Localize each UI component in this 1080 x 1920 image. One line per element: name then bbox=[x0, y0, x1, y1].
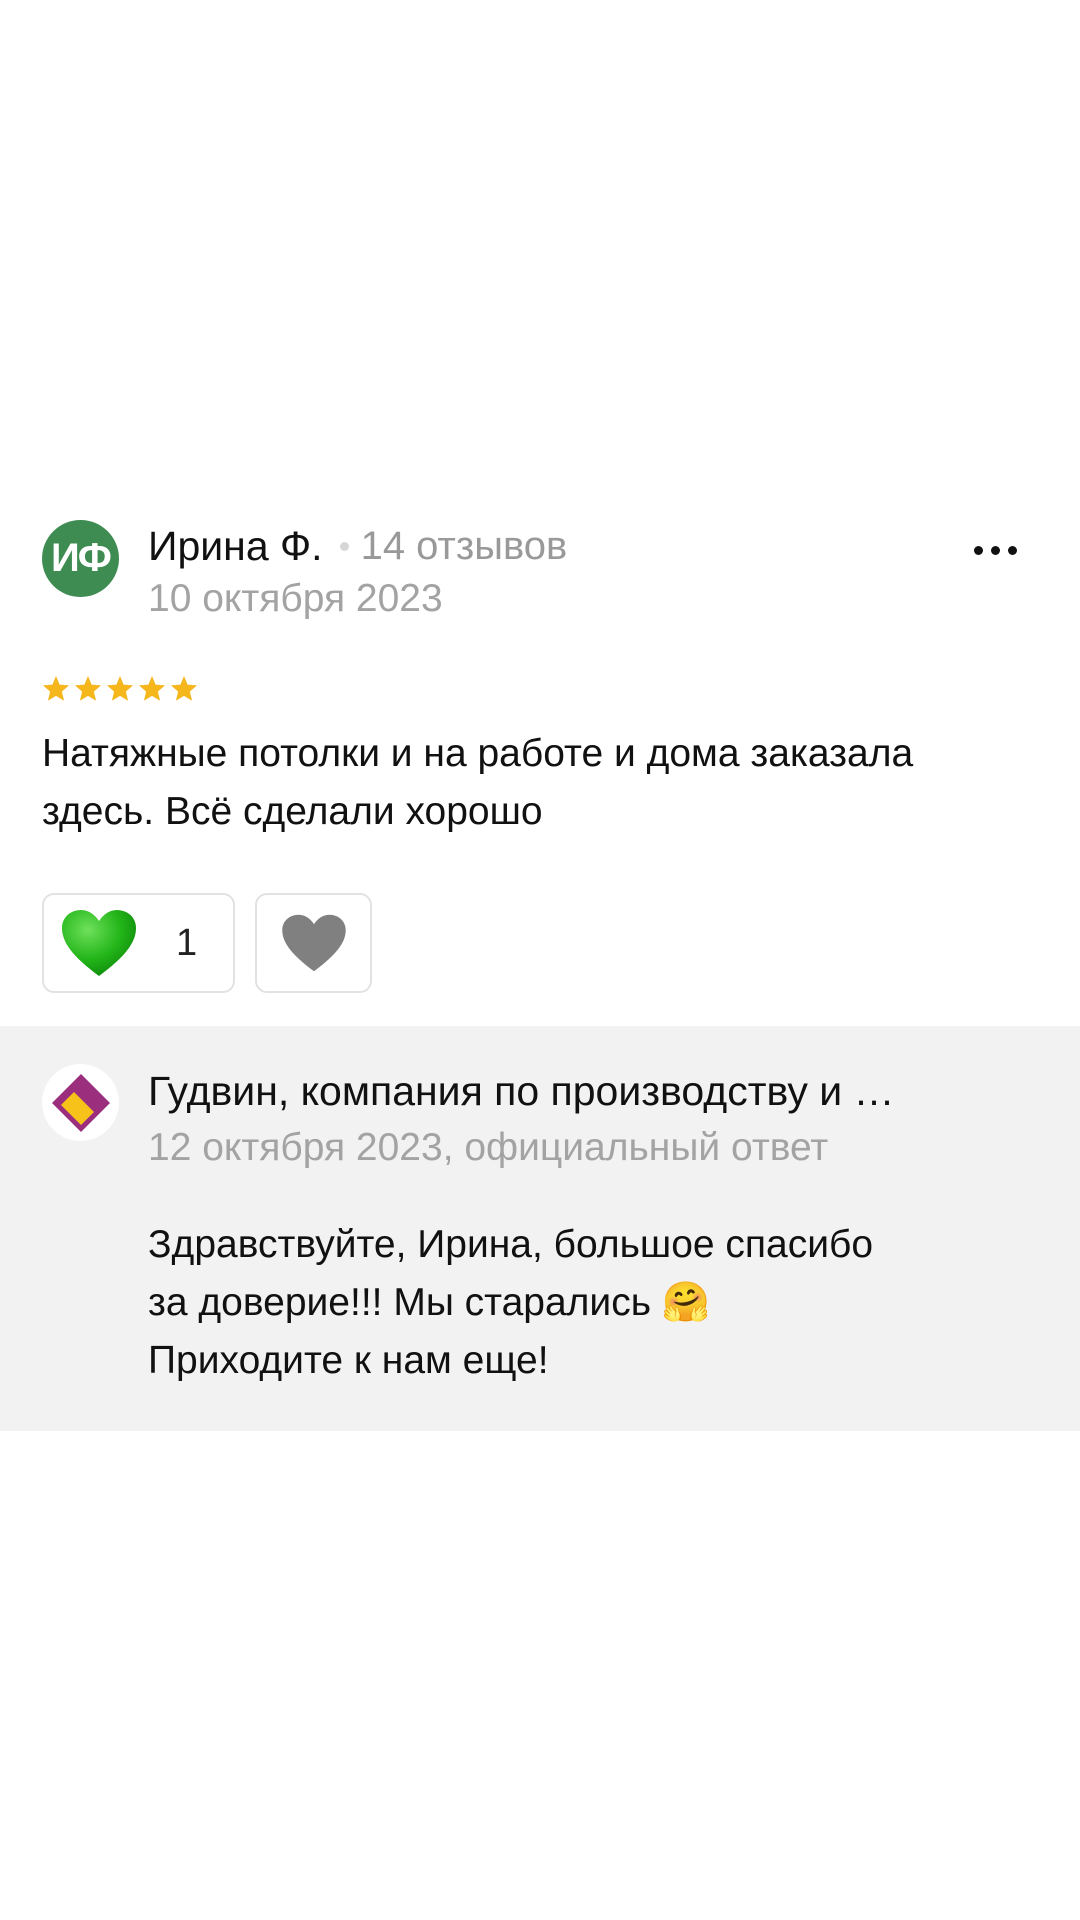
answer-text-fragment: за доверие!!! Мы старались bbox=[148, 1281, 652, 1324]
answer-text-line: Здравствуйте, Ирина, большое спасибо bbox=[148, 1223, 874, 1266]
separator-dot bbox=[339, 541, 349, 551]
more-dot-icon bbox=[973, 545, 983, 555]
star-icon bbox=[139, 676, 165, 701]
company-name[interactable]: Гудвин, компания по производству и … bbox=[148, 1068, 1018, 1115]
star-icon bbox=[107, 676, 133, 701]
more-dot-icon bbox=[990, 545, 1000, 555]
dislike-heart-icon bbox=[281, 914, 346, 972]
answer-text-line: Приходите к нам еще! bbox=[148, 1339, 549, 1382]
reactions-bar: 1 bbox=[42, 893, 372, 993]
like-count: 1 bbox=[176, 921, 198, 964]
hugging-face-emoji-icon: 🤗 bbox=[661, 1280, 711, 1325]
avatar-initials: ИФ bbox=[51, 536, 112, 580]
author-name[interactable]: Ирина Ф. bbox=[148, 523, 323, 570]
author-line: Ирина Ф. 14 отзывов bbox=[148, 521, 567, 571]
star-icon bbox=[43, 676, 69, 701]
company-logo-icon bbox=[51, 1073, 110, 1132]
author-reviews-count: 14 отзывов bbox=[360, 523, 568, 568]
answer-date-meta: 12 октября 2023, официальный ответ bbox=[148, 1126, 829, 1169]
like-heart-icon bbox=[62, 910, 136, 976]
more-options-button[interactable] bbox=[960, 525, 1030, 575]
rating-stars bbox=[42, 675, 198, 703]
review-date: 10 октября 2023 bbox=[148, 577, 443, 620]
more-dot-icon bbox=[1007, 545, 1017, 555]
like-button[interactable]: 1 bbox=[42, 893, 235, 993]
star-icon bbox=[171, 676, 197, 701]
answer-text: Здравствуйте, Ирина, большое спасибо за … bbox=[148, 1216, 1028, 1390]
star-icon bbox=[75, 676, 101, 701]
answer-text-line: за доверие!!! Мы старались 🤗 bbox=[148, 1274, 1028, 1332]
dislike-button[interactable] bbox=[255, 893, 372, 993]
company-answer: Гудвин, компания по производству и … 12 … bbox=[0, 1026, 1080, 1431]
author-avatar[interactable]: ИФ bbox=[42, 520, 119, 597]
review-text: Натяжные потолки и на работе и дома зака… bbox=[42, 732, 914, 833]
company-logo[interactable] bbox=[42, 1064, 119, 1141]
review-page: ИФ Ирина Ф. 14 отзывов 10 октября 2023 Н… bbox=[0, 0, 1080, 1920]
